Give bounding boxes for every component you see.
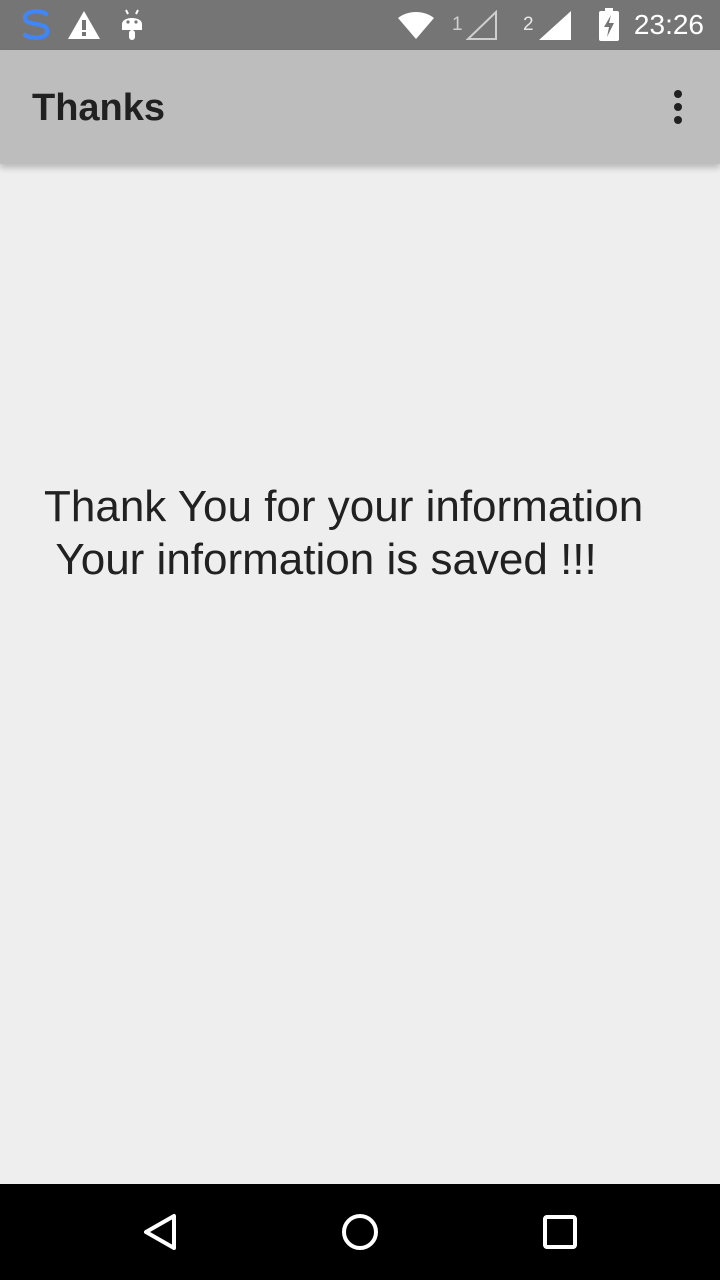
thank-you-message: Thank You for your information Your info… xyxy=(44,482,644,584)
more-options-button[interactable] xyxy=(664,86,692,128)
page-title: Thanks xyxy=(32,87,166,129)
warning-icon xyxy=(68,11,100,39)
more-vert-icon xyxy=(674,90,682,98)
status-bar: 1 2 23:26 xyxy=(0,0,720,50)
back-icon[interactable] xyxy=(136,1208,184,1256)
sim1-label: 1 xyxy=(452,14,463,35)
app-bar: Thanks xyxy=(0,50,720,164)
navigation-bar xyxy=(0,1184,720,1280)
wifi-icon xyxy=(398,12,434,39)
signal-sim1-icon xyxy=(466,10,497,40)
android-debug-icon xyxy=(122,9,142,40)
s-app-icon xyxy=(22,9,50,40)
recents-icon[interactable] xyxy=(536,1208,584,1256)
main-content: Thank You for your information Your info… xyxy=(0,164,720,1184)
signal-sim2-icon xyxy=(539,11,571,40)
home-icon[interactable] xyxy=(336,1208,384,1256)
battery-charging-icon xyxy=(599,8,619,41)
status-time: 23:26 xyxy=(633,9,704,40)
sim2-label: 2 xyxy=(523,14,534,35)
